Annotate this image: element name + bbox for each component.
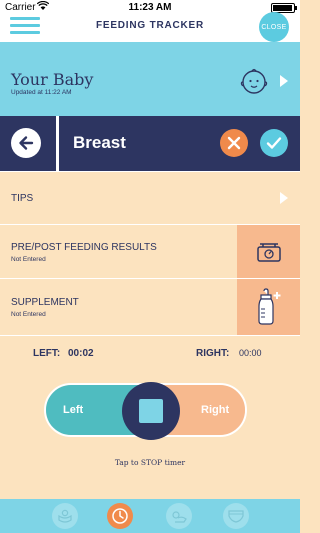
- right-timer-label: RIGHT:: [196, 348, 230, 359]
- left-timer-value: 00:02: [68, 348, 94, 359]
- tab-sleep[interactable]: [166, 503, 192, 529]
- page-title: FEEDING TRACKER: [95, 20, 205, 31]
- status-time: 11:23 AM: [128, 2, 172, 13]
- tips-row[interactable]: TIPS: [0, 171, 300, 224]
- baby-updated-time: Updated at 11:22 AM: [11, 89, 72, 96]
- sleeping-baby-icon: [172, 511, 187, 523]
- scale-icon: [256, 242, 281, 262]
- stop-icon: [139, 399, 163, 423]
- cancel-button[interactable]: [220, 129, 248, 157]
- tab-timer[interactable]: [107, 503, 133, 529]
- tab-diaper[interactable]: [223, 503, 249, 529]
- prepost-label: PRE/POST FEEDING RESULTS: [11, 242, 157, 253]
- right-side-label: Right: [201, 404, 230, 416]
- feeding-type-title: Breast: [73, 133, 126, 152]
- bottle-plus-icon: [257, 288, 280, 325]
- left-timer-label: LEFT:: [33, 348, 61, 359]
- tab-diaper-change[interactable]: [52, 503, 78, 529]
- chevron-right-icon: [280, 75, 288, 87]
- baby-profile-bar[interactable]: Your Baby Updated at 11:22 AM: [0, 42, 300, 116]
- close-button[interactable]: CLOSE: [259, 12, 289, 42]
- supplement-label: SUPPLEMENT: [11, 297, 79, 308]
- diaper-icon: [228, 510, 244, 523]
- left-side-label: Left: [63, 404, 84, 416]
- x-icon: [227, 136, 241, 150]
- prepost-feeding-row[interactable]: PRE/POST FEEDING RESULTS Not Entered: [0, 224, 300, 278]
- prepost-status: Not Entered: [11, 256, 46, 263]
- timer-hint: Tap to STOP timer: [114, 458, 186, 467]
- chevron-right-icon: [280, 192, 288, 204]
- supplement-row[interactable]: SUPPLEMENT Not Entered: [0, 278, 300, 335]
- supplement-status: Not Entered: [11, 311, 46, 318]
- bottom-tab-bar: [0, 499, 300, 533]
- scale-tile[interactable]: [237, 225, 300, 278]
- confirm-button[interactable]: [260, 129, 288, 157]
- diaper-change-icon: [58, 509, 72, 523]
- checkmark-icon: [266, 137, 282, 149]
- timer-panel: LEFT: 00:02 RIGHT: 00:00 Left Right Tap …: [0, 335, 300, 499]
- tips-label: TIPS: [11, 193, 34, 204]
- status-bar: Carrier 11:23 AM: [0, 0, 300, 15]
- baby-face-icon: [240, 68, 268, 94]
- clock-icon: [112, 508, 128, 524]
- stop-timer-button[interactable]: [122, 382, 180, 440]
- arrow-left-icon: [19, 136, 34, 150]
- feeding-type-bar: Breast: [0, 116, 300, 171]
- supplement-tile[interactable]: [237, 279, 300, 335]
- divider: [56, 116, 59, 171]
- right-timer-value: 00:00: [239, 348, 262, 358]
- back-button[interactable]: [11, 128, 41, 158]
- app-header: FEEDING TRACKER CLOSE: [0, 12, 300, 42]
- baby-name: Your Baby: [11, 70, 94, 89]
